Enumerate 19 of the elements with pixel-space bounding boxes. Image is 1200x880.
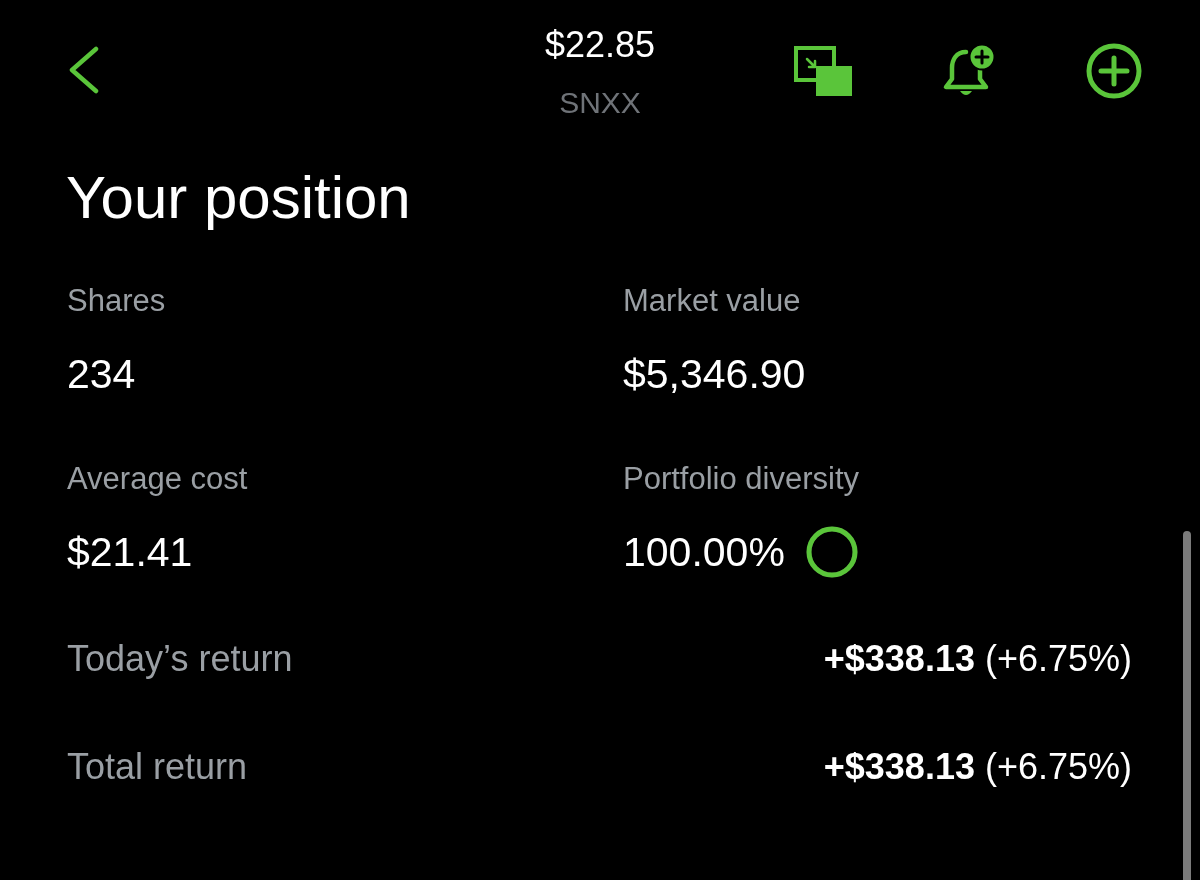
stat-label: Portfolio diversity xyxy=(623,463,861,494)
return-label: Today’s return xyxy=(67,641,293,677)
stat-value: 100.00% xyxy=(623,531,785,573)
stat-label: Market value xyxy=(623,285,802,316)
return-label: Total return xyxy=(67,749,248,785)
ticker-symbol: SNXX xyxy=(559,88,641,118)
stat-label: Shares xyxy=(67,285,167,316)
stat-value: 234 xyxy=(67,353,136,395)
return-value: +$338.13 (+6.75%) xyxy=(823,749,1132,785)
picture-in-picture-icon xyxy=(794,46,852,96)
stock-price: $22.85 xyxy=(544,27,656,63)
add-button[interactable] xyxy=(1086,43,1142,99)
picture-in-picture-button[interactable] xyxy=(794,46,852,96)
section-title: Your position xyxy=(65,168,412,228)
stat-value: $5,346.90 xyxy=(623,353,806,395)
add-circle-icon xyxy=(1086,43,1142,99)
stat-label: Average cost xyxy=(67,463,249,494)
return-value: +$338.13 (+6.75%) xyxy=(823,641,1132,677)
stat-value: $21.41 xyxy=(67,531,193,573)
